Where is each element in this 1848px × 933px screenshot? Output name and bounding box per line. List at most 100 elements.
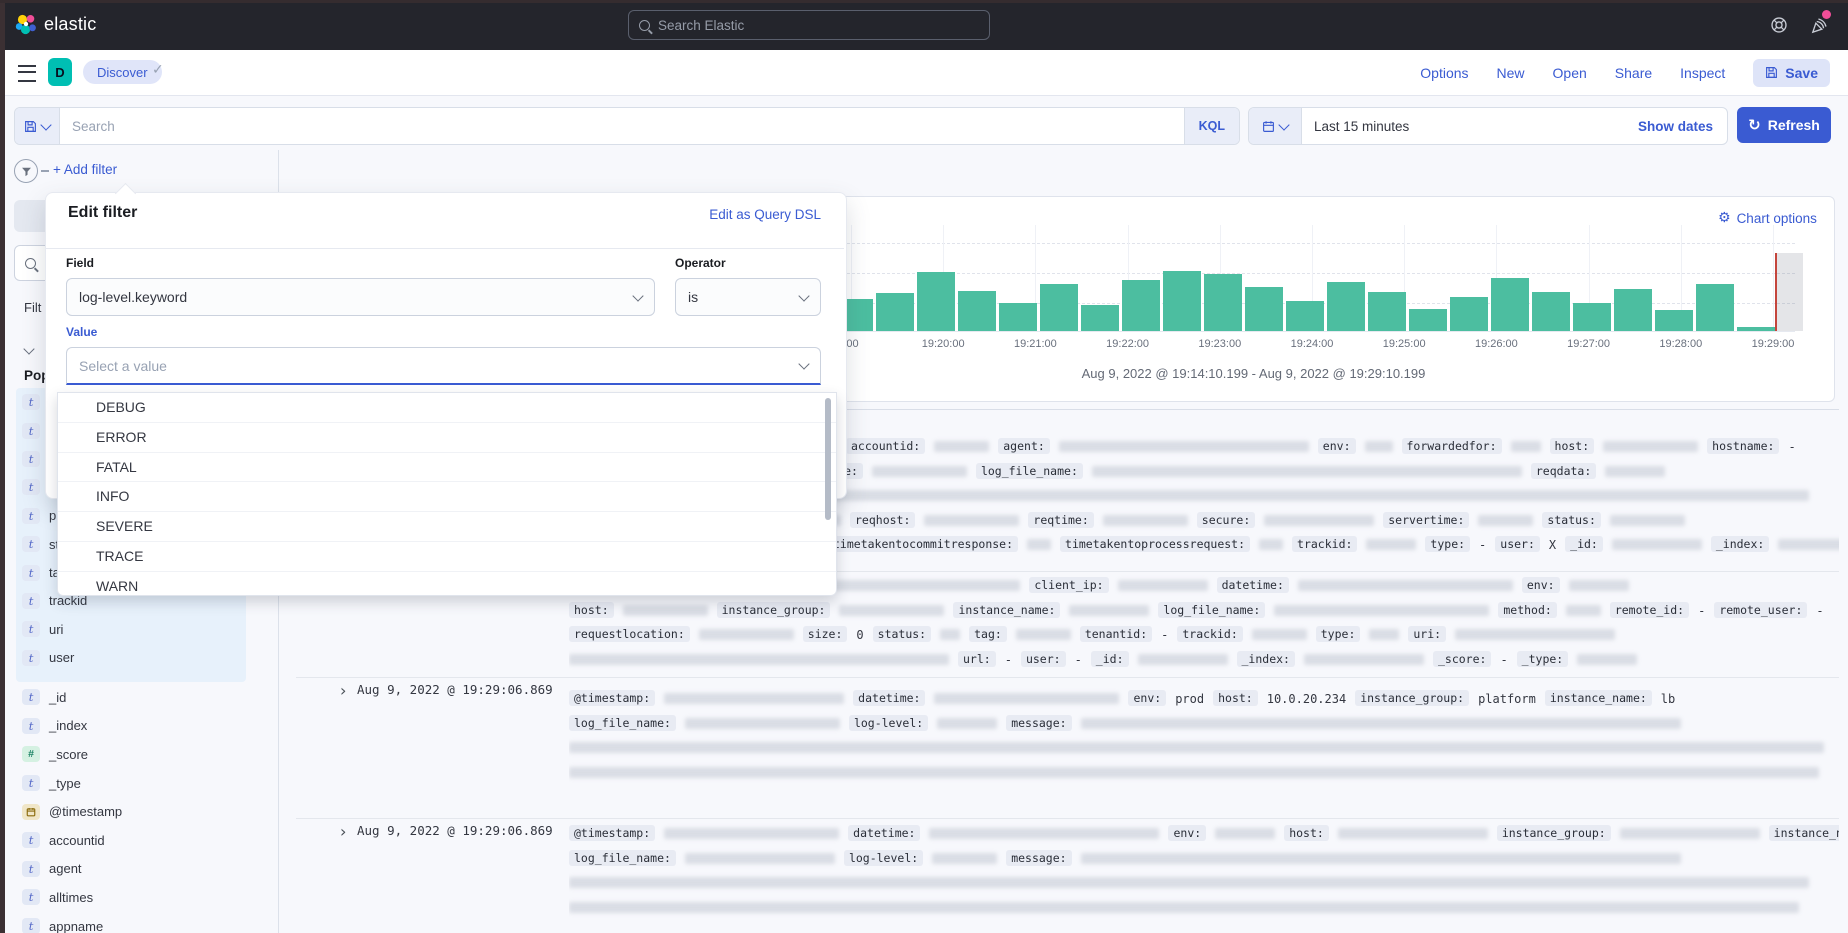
chart-options-button[interactable]: ⚙ Chart options — [1718, 210, 1817, 226]
add-filter-button[interactable]: + Add filter — [53, 162, 117, 177]
value-option-trace[interactable]: TRACE — [58, 542, 836, 572]
nav-link-share[interactable]: Share — [1615, 65, 1652, 81]
redacted-value — [1603, 441, 1698, 452]
field-name-chip: log-level: — [849, 715, 928, 731]
histogram-bar[interactable] — [999, 303, 1037, 331]
redacted-value — [1569, 580, 1629, 591]
menu-icon[interactable] — [18, 65, 36, 82]
value-option-debug[interactable]: DEBUG — [58, 393, 836, 423]
field-select[interactable]: log-level.keyword — [66, 278, 655, 316]
field-value: - — [1479, 533, 1486, 558]
date-picker[interactable]: Last 15 minutes Show dates — [1248, 107, 1728, 145]
histogram-bar[interactable] — [1081, 305, 1119, 331]
field-list-item[interactable]: taccountid — [16, 826, 266, 855]
histogram-bar[interactable] — [1573, 303, 1611, 331]
expand-row-icon[interactable]: › — [340, 822, 346, 842]
value-option-fatal[interactable]: FATAL — [58, 453, 836, 483]
filter-by-type-label[interactable]: Filt — [24, 300, 41, 315]
histogram-bar[interactable] — [1286, 301, 1324, 331]
kibana-discover-page: elastic Search Elastic D Discover ✓ Opti… — [0, 0, 1848, 933]
histogram-bar[interactable] — [1204, 274, 1242, 331]
histogram-bar[interactable] — [1245, 287, 1283, 331]
nav-link-new[interactable]: New — [1497, 65, 1525, 81]
field-name-chip: log-level: — [844, 850, 923, 866]
histogram-bar[interactable] — [1327, 282, 1365, 331]
histogram-bar[interactable] — [1122, 280, 1160, 331]
histogram-bar[interactable] — [1040, 284, 1078, 331]
field-list-item[interactable]: @timestamp — [16, 797, 266, 826]
histogram-bar[interactable] — [1368, 292, 1406, 331]
redacted-value — [924, 515, 1019, 526]
nav-link-open[interactable]: Open — [1553, 65, 1587, 81]
redacted-value — [1566, 605, 1601, 616]
value-option-warn[interactable]: WARN — [58, 572, 836, 596]
field-list-item[interactable]: #_score — [16, 740, 266, 769]
redacted-value — [1369, 629, 1399, 640]
histogram-bar[interactable] — [1532, 292, 1570, 331]
value-option-info[interactable]: INFO — [58, 482, 836, 512]
field-name-chip: timetakentoprocessrequest: — [1060, 536, 1250, 552]
field-list-item[interactable]: talltimes — [16, 883, 266, 912]
redacted-value — [934, 693, 1119, 704]
redacted-value — [664, 828, 839, 839]
field-list-item[interactable]: tuser — [16, 644, 266, 672]
expand-row-icon[interactable]: › — [340, 681, 346, 701]
redacted-value — [1365, 441, 1393, 452]
histogram-bar[interactable] — [1655, 310, 1693, 331]
field-value: - — [1161, 623, 1168, 648]
global-search-input[interactable]: Search Elastic — [628, 10, 990, 40]
histogram-bar[interactable] — [1614, 289, 1652, 331]
histogram-bars[interactable] — [712, 225, 1795, 331]
dropdown-scrollbar[interactable] — [825, 398, 831, 520]
help-icon[interactable] — [1770, 16, 1788, 34]
redacted-value — [1215, 828, 1275, 839]
save-button[interactable]: Save — [1753, 59, 1830, 87]
filter-set-button[interactable] — [14, 159, 38, 183]
newsfeed-icon[interactable] — [1810, 17, 1828, 35]
histogram-bar[interactable] — [1450, 297, 1488, 331]
date-quick-menu-button[interactable] — [1249, 108, 1302, 144]
breadcrumb[interactable]: Discover — [83, 60, 162, 84]
show-dates-button[interactable]: Show dates — [1638, 119, 1727, 134]
histogram-bar[interactable] — [876, 293, 914, 331]
redacted-value — [932, 853, 997, 864]
date-field-icon — [22, 804, 40, 820]
query-input[interactable]: Search KQL — [14, 107, 1240, 145]
field-list-item[interactable]: t_id — [16, 683, 266, 712]
value-option-error[interactable]: ERROR — [58, 423, 836, 453]
field-name-chip: method: — [1498, 602, 1556, 618]
field-value: lb — [1661, 687, 1675, 712]
histogram-bar[interactable] — [917, 272, 955, 331]
chevron-down-icon — [1278, 119, 1289, 130]
query-language-button[interactable]: KQL — [1184, 108, 1239, 144]
histogram-bar[interactable] — [1409, 309, 1447, 331]
histogram-bar[interactable] — [1696, 284, 1734, 331]
field-list-item[interactable]: t_type — [16, 769, 266, 798]
field-list-item[interactable]: tappname — [16, 912, 266, 933]
nav-link-options[interactable]: Options — [1420, 65, 1468, 81]
field-name-chip: instance_group: — [717, 602, 831, 618]
histogram-bar[interactable] — [1163, 271, 1201, 331]
saved-query-menu-button[interactable] — [15, 108, 60, 144]
value-option-severe[interactable]: SEVERE — [58, 512, 836, 542]
histogram-bar[interactable] — [958, 291, 996, 331]
edit-as-query-dsl-link[interactable]: Edit as Query DSL — [545, 207, 821, 222]
operator-select[interactable]: is — [675, 278, 821, 316]
field-list-item[interactable]: t_index — [16, 712, 266, 741]
chevron-down-icon[interactable] — [25, 340, 33, 358]
document-row[interactable]: ›Aug 9, 2022 @ 19:29:06.869@timestamp:da… — [296, 677, 1839, 818]
space-badge[interactable]: D — [48, 58, 72, 86]
field-name-chip: instance_group: — [1497, 825, 1611, 841]
histogram-bar[interactable] — [1491, 278, 1529, 331]
value-combobox[interactable]: Select a value — [66, 347, 821, 385]
document-row[interactable]: ›Aug 9, 2022 @ 19:29:06.869@timestamp:da… — [296, 818, 1839, 933]
string-field-icon: t — [22, 451, 40, 467]
refresh-button[interactable]: ↻ Refresh — [1737, 107, 1831, 143]
field-value: X — [1549, 533, 1556, 558]
current-time-marker — [1775, 253, 1777, 331]
nav-link-inspect[interactable]: Inspect — [1680, 65, 1725, 81]
field-list-item[interactable]: turi — [16, 615, 266, 643]
string-field-icon: t — [22, 832, 40, 848]
field-list-item[interactable]: tagent — [16, 855, 266, 884]
elastic-logo-icon[interactable] — [15, 14, 37, 36]
